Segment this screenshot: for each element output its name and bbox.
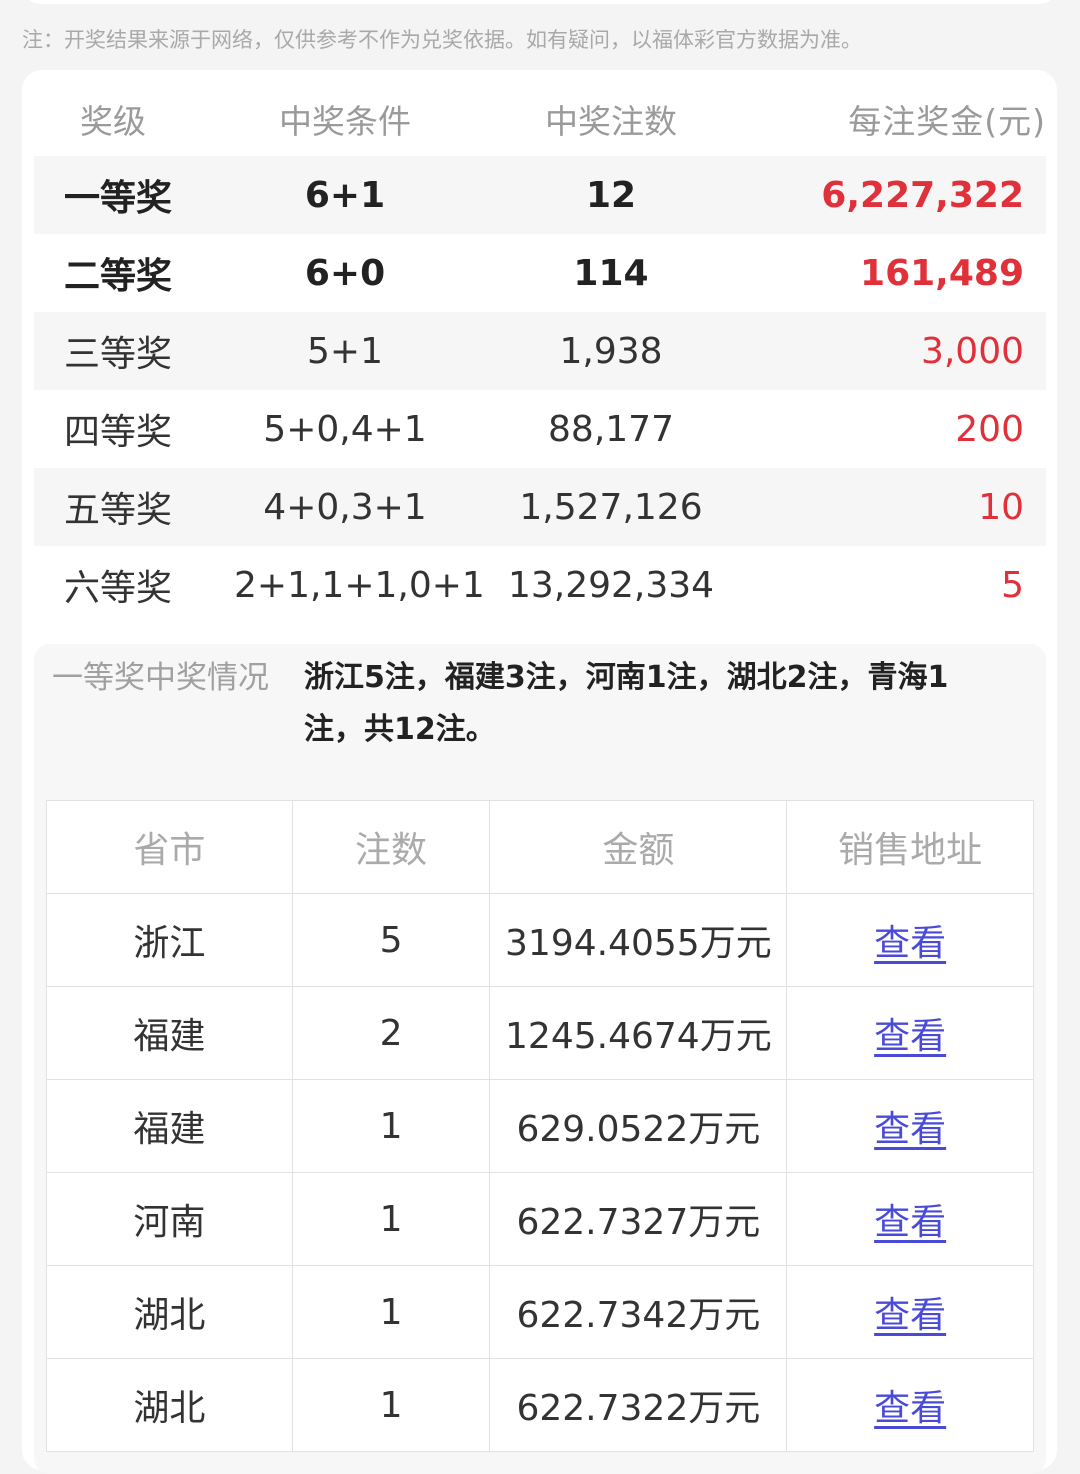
- table-row: 福建 2 1245.4674万元 查看: [46, 986, 1034, 1080]
- amount-cell: 1245.4674万元: [489, 986, 788, 1080]
- province-cell: 福建: [46, 1079, 293, 1173]
- table-row: 河南 1 622.7327万元 查看: [46, 1172, 1034, 1266]
- disclaimer-note: 注：开奖结果来源于网络，仅供参考不作为兑奖依据。如有疑问，以福体彩官方数据为准。: [22, 28, 862, 52]
- previous-card-edge: [24, 0, 1056, 4]
- count-cell: 1: [291, 1358, 491, 1452]
- prize-condition: 4+0,3+1: [263, 486, 427, 528]
- prize-amount: 3,000: [920, 330, 1024, 372]
- prize-count: 1,938: [559, 330, 663, 372]
- amount-cell: 622.7327万元: [489, 1172, 788, 1266]
- header-count: 注数: [291, 800, 491, 894]
- table-row: 浙江 5 3194.4055万元 查看: [46, 893, 1034, 987]
- prize-row-1: 一等奖 6+1 12 6,227,322: [34, 156, 1046, 234]
- prize-condition: 6+0: [304, 252, 386, 294]
- prize-amount: 161,489: [860, 252, 1024, 294]
- province-cell: 福建: [46, 986, 293, 1080]
- prize-amount: 5: [1001, 564, 1024, 606]
- header-count: 中奖注数: [545, 102, 677, 141]
- amount-cell: 622.7342万元: [489, 1265, 788, 1359]
- prize-row-3: 三等奖 5+1 1,938 3,000: [34, 312, 1046, 390]
- first-prize-title: 一等奖中奖情况: [52, 660, 269, 696]
- prize-condition: 2+1,1+1,0+1: [234, 564, 485, 606]
- count-cell: 1: [291, 1079, 491, 1173]
- province-cell: 湖北: [46, 1265, 293, 1359]
- prize-row-6: 六等奖 2+1,1+1,0+1 13,292,334 5: [34, 546, 1046, 624]
- amount-cell: 629.0522万元: [489, 1079, 788, 1173]
- amount-cell: 3194.4055万元: [489, 893, 788, 987]
- view-address-link[interactable]: 查看: [786, 1358, 1034, 1452]
- header-amount: 每注奖金(元): [848, 102, 1046, 141]
- prize-amount: 10: [978, 486, 1024, 528]
- prize-count: 1,527,126: [519, 486, 703, 528]
- count-cell: 5: [291, 893, 491, 987]
- header-amount: 金额: [489, 800, 788, 894]
- view-address-link[interactable]: 查看: [786, 1172, 1034, 1266]
- view-address-link[interactable]: 查看: [786, 986, 1034, 1080]
- prize-count: 114: [573, 252, 649, 294]
- prize-table-header: 奖级 中奖条件 中奖注数 每注奖金(元): [34, 84, 1046, 154]
- view-address-link[interactable]: 查看: [786, 1079, 1034, 1173]
- count-cell: 2: [291, 986, 491, 1080]
- header-level: 奖级: [80, 102, 146, 141]
- province-cell: 浙江: [46, 893, 293, 987]
- prize-level: 二等奖: [64, 256, 173, 297]
- prize-level: 六等奖: [64, 568, 173, 609]
- view-address-link[interactable]: 查看: [786, 893, 1034, 987]
- count-cell: 1: [291, 1172, 491, 1266]
- first-prize-section: 一等奖中奖情况 浙江5注，福建3注，河南1注，湖北2注，青海1注，共12注。 省…: [34, 644, 1046, 1474]
- prize-table-body: 一等奖 6+1 12 6,227,322 二等奖 6+0 114 161,489…: [34, 156, 1046, 624]
- count-cell: 1: [291, 1265, 491, 1359]
- prize-count: 88,177: [548, 408, 674, 450]
- first-prize-summary: 浙江5注，福建3注，河南1注，湖北2注，青海1注，共12注。: [304, 660, 949, 747]
- table-row: 湖北 1 622.7322万元 查看: [46, 1358, 1034, 1452]
- table-row: 湖北 1 622.7342万元 查看: [46, 1265, 1034, 1359]
- prize-amount: 200: [955, 408, 1024, 450]
- prize-level: 一等奖: [64, 178, 173, 219]
- prize-condition: 5+1: [307, 330, 383, 372]
- prize-condition: 6+1: [304, 174, 386, 216]
- prize-level: 四等奖: [64, 412, 173, 453]
- header-condition: 中奖条件: [279, 102, 411, 141]
- prize-count: 13,292,334: [507, 564, 715, 606]
- prize-count: 12: [585, 174, 637, 216]
- prize-level: 三等奖: [64, 334, 173, 375]
- province-table: 省市 注数 金额 销售地址 浙江 5 3194.4055万元 查看 福建 2 1…: [46, 800, 1034, 1452]
- province-cell: 湖北: [46, 1358, 293, 1452]
- province-cell: 河南: [46, 1172, 293, 1266]
- prize-row-5: 五等奖 4+0,3+1 1,527,126 10: [34, 468, 1046, 546]
- header-province: 省市: [46, 800, 293, 894]
- prize-amount: 6,227,322: [821, 174, 1024, 216]
- view-address-link[interactable]: 查看: [786, 1265, 1034, 1359]
- prize-card: 奖级 中奖条件 中奖注数 每注奖金(元) 一等奖 6+1 12 6,227,32…: [22, 70, 1057, 1474]
- prize-row-2: 二等奖 6+0 114 161,489: [34, 234, 1046, 312]
- prize-condition: 5+0,4+1: [263, 408, 427, 450]
- table-row: 福建 1 629.0522万元 查看: [46, 1079, 1034, 1173]
- header-address: 销售地址: [786, 800, 1034, 894]
- prize-row-4: 四等奖 5+0,4+1 88,177 200: [34, 390, 1046, 468]
- prize-level: 五等奖: [64, 490, 173, 531]
- province-table-header: 省市 注数 金额 销售地址: [46, 800, 1034, 894]
- amount-cell: 622.7322万元: [489, 1358, 788, 1452]
